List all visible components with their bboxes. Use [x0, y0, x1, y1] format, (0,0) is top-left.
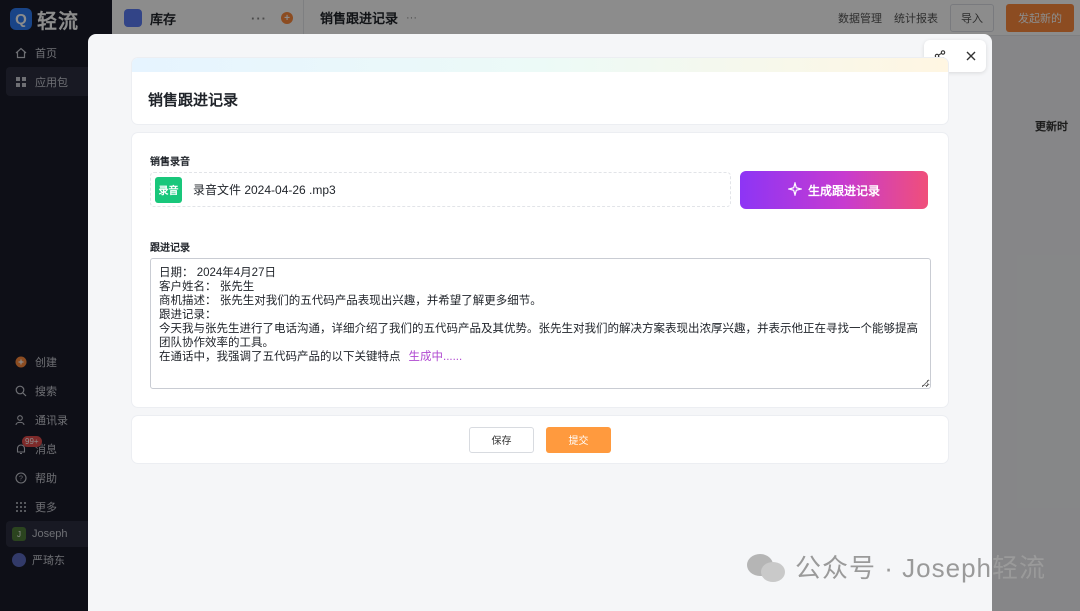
record-line: 客户姓名： 张先生 [159, 281, 255, 293]
wechat-icon [747, 552, 787, 582]
sparkle-icon [786, 180, 804, 199]
form-header-card: 销售跟进记录 [132, 58, 948, 124]
record-line-last: 在通话中，我强调了五代码产品的以下关键特点 生成中...... [159, 350, 922, 364]
header-gradient-strip [132, 58, 948, 72]
record-line: 商机描述： 张先生对我们的五代码产品表现出兴趣，并希望了解更多细节。 [159, 295, 542, 307]
watermark-text: 公众号 · Joseph轻流 [795, 553, 1046, 583]
audio-field-label: 销售录音 [150, 157, 190, 168]
record-line: 在通话中，我强调了五代码产品的以下关键特点 [159, 351, 401, 363]
follow-up-record-textarea[interactable]: 日期： 2024年4月27日 客户姓名： 张先生 商机描述： 张先生对我们的五代… [150, 258, 931, 389]
audio-file-attachment[interactable]: 录音 录音文件 2024-04-26 .mp3 [150, 172, 731, 207]
form-title: 销售跟进记录 [148, 92, 239, 109]
audio-file-icon: 录音 [155, 176, 182, 203]
record-line: 日期： 2024年4月27日 [159, 267, 276, 279]
record-line: 跟进记录： [159, 309, 217, 321]
submit-button[interactable]: 提交 [546, 426, 611, 453]
close-icon[interactable] [960, 45, 982, 67]
generating-status: 生成中...... [408, 351, 463, 363]
form-body-card: 销售录音 录音 录音文件 2024-04-26 .mp3 生成跟进记录 跟进记录… [132, 133, 948, 407]
generate-record-label: 生成跟进记录 [807, 183, 880, 198]
form-footer-card: 保存 提交 [132, 416, 948, 463]
form-modal: 销售跟进记录 销售录音 录音 录音文件 2024-04-26 .mp3 生成跟进… [88, 34, 992, 611]
record-field-label: 跟进记录 [150, 243, 190, 254]
save-button[interactable]: 保存 [469, 426, 534, 453]
record-line: 今天我与张先生进行了电话沟通，详细介绍了我们的五代码产品及其优势。张先生对我们的… [159, 323, 918, 349]
audio-file-name[interactable]: 录音文件 2024-04-26 .mp3 [193, 181, 336, 198]
generate-record-button[interactable]: 生成跟进记录 [740, 171, 928, 209]
watermark: 公众号 · Joseph轻流 [747, 548, 1046, 585]
resize-handle-icon[interactable] [922, 380, 928, 386]
